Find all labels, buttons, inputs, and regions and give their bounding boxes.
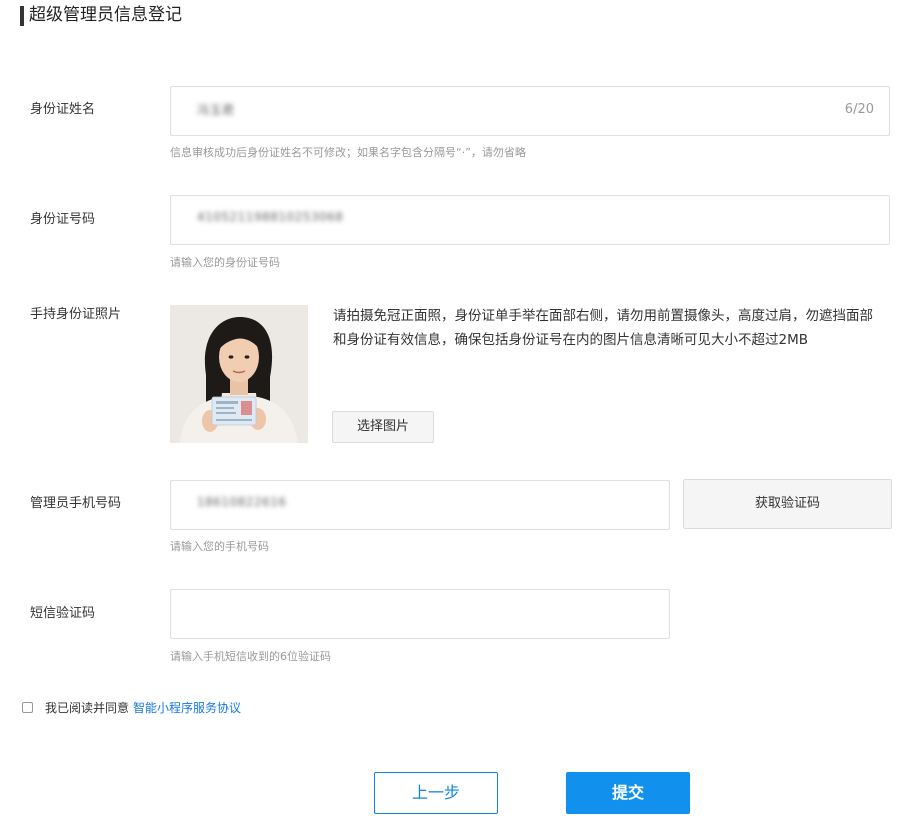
title-accent-bar xyxy=(20,6,24,26)
person-holding-id-image xyxy=(170,305,308,443)
get-code-button[interactable]: 获取验证码 xyxy=(683,479,892,529)
phone-label: 管理员手机号码 xyxy=(30,496,122,511)
select-image-button[interactable]: 选择图片 xyxy=(332,411,434,443)
id-number-label: 身份证号码 xyxy=(30,212,96,227)
name-label: 身份证姓名 xyxy=(30,102,96,117)
id-number-input-value: 410521198810253068 xyxy=(197,210,344,224)
registration-page: 超级管理员信息登记 身份证姓名 冯玉君 6/20 信息审核成功后身份证姓名不可修… xyxy=(0,0,907,818)
sms-code-hint: 请输入手机短信收到的6位验证码 xyxy=(170,650,331,663)
name-hint: 信息审核成功后身份证姓名不可修改；如果名字包含分隔号“·”，请勿省略 xyxy=(170,146,526,159)
phone-input[interactable]: 18610822616 xyxy=(170,480,670,530)
sms-code-label: 短信验证码 xyxy=(30,606,96,621)
id-photo-description: 请拍摄免冠正面照，身份证单手举在面部右侧，请勿用前置摄像头，高度过肩，勿遮挡面部… xyxy=(333,308,873,348)
prev-step-button[interactable]: 上一步 xyxy=(374,772,498,814)
agreement-row: 我已阅读并同意 智能小程序服务协议 xyxy=(22,699,241,716)
service-agreement-link[interactable]: 智能小程序服务协议 xyxy=(133,699,241,716)
phone-hint: 请输入您的手机号码 xyxy=(170,540,269,553)
id-number-input[interactable]: 410521198810253068 xyxy=(170,195,890,245)
name-input[interactable]: 冯玉君 6/20 xyxy=(170,86,890,136)
agreement-checkbox[interactable] xyxy=(22,702,33,713)
sms-code-input[interactable] xyxy=(170,589,670,639)
id-photo-label: 手持身份证照片 xyxy=(30,307,122,322)
phone-input-value: 18610822616 xyxy=(197,495,287,509)
name-char-counter: 6/20 xyxy=(844,102,874,117)
agreement-text: 我已阅读并同意 xyxy=(45,701,130,715)
name-input-value: 冯玉君 xyxy=(197,103,235,117)
id-photo-preview xyxy=(170,305,308,443)
id-number-hint: 请输入您的身份证号码 xyxy=(170,256,280,269)
submit-button[interactable]: 提交 xyxy=(566,772,690,814)
page-title: 超级管理员信息登记 xyxy=(29,5,182,25)
